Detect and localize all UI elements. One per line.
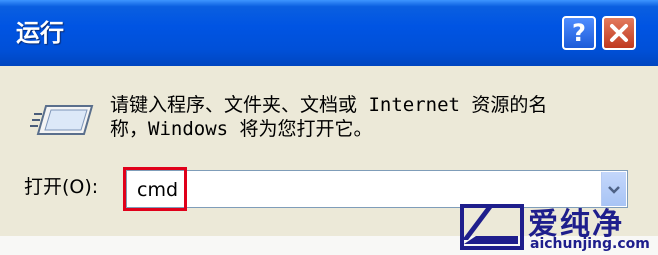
- watermark-url: aichunjing.com: [530, 236, 650, 252]
- run-icon: [30, 105, 94, 135]
- input-highlight-box: [123, 167, 187, 211]
- close-button[interactable]: [602, 16, 636, 50]
- run-dialog: 运行 ? 请键入程序、文件夹、文档或 Internet 资源的名 称，Windo…: [0, 0, 658, 255]
- help-icon: ?: [572, 19, 586, 47]
- prompt-line-2: 称，Windows 将为您打开它。: [110, 118, 373, 140]
- title-bar[interactable]: 运行 ?: [0, 0, 658, 66]
- help-button[interactable]: ?: [562, 16, 596, 50]
- window-title: 运行: [16, 19, 64, 47]
- prompt-text: 请键入程序、文件夹、文档或 Internet 资源的名 称，Windows 将为…: [110, 93, 630, 141]
- close-icon: [610, 24, 628, 42]
- open-label: 打开(O):: [24, 176, 99, 198]
- prompt-line-1: 请键入程序、文件夹、文档或 Internet 资源的名: [110, 94, 548, 116]
